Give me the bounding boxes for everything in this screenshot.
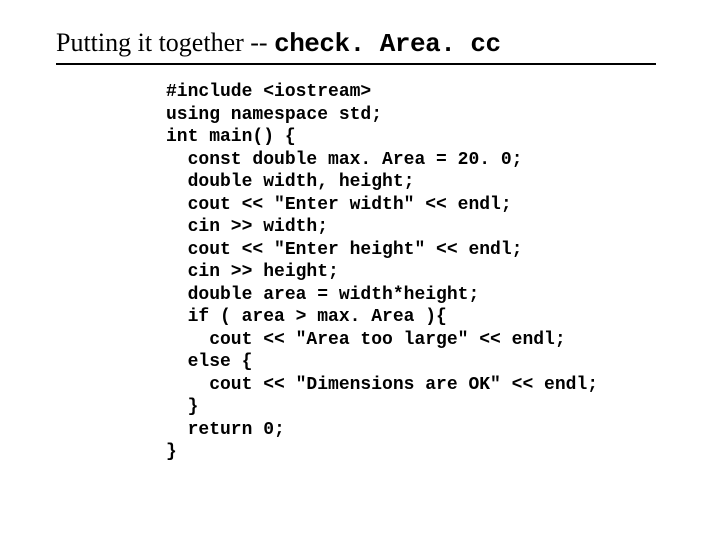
slide: Putting it together -- check. Area. cc #…	[0, 0, 720, 540]
title-prefix: Putting it together --	[56, 28, 274, 57]
code-block: #include <iostream> using namespace std;…	[166, 81, 680, 464]
slide-title: Putting it together -- check. Area. cc	[56, 28, 680, 59]
title-filename: check. Area. cc	[274, 29, 501, 59]
title-rule	[56, 63, 656, 65]
